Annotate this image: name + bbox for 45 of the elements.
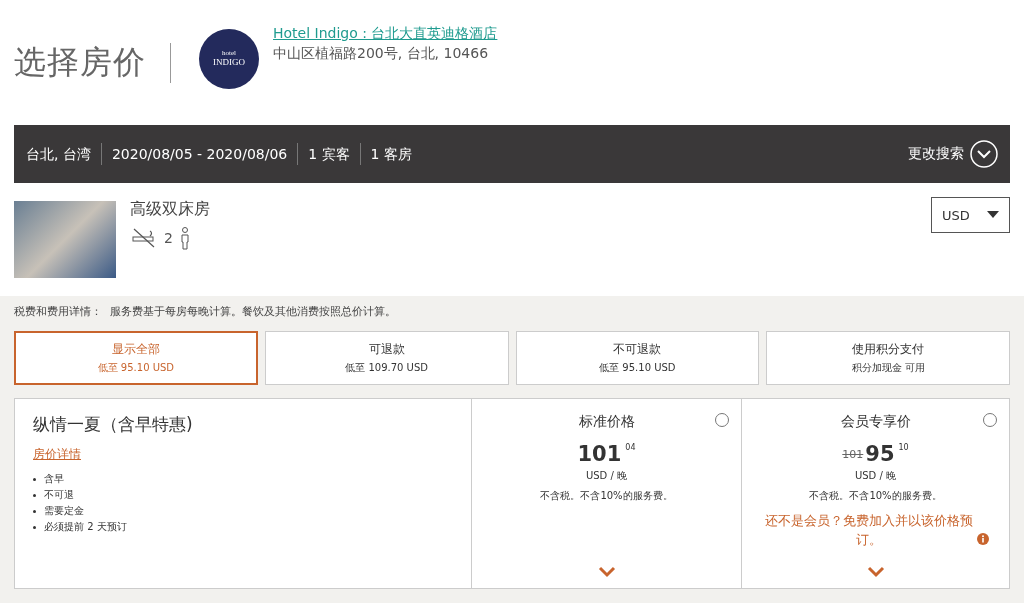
- bullet-icon: [33, 525, 36, 529]
- price-amount: 95: [865, 443, 895, 465]
- search-summary-item: 2020/08/05 - 2020/08/06: [100, 143, 298, 165]
- tax-label: 税费和费用详情：: [14, 304, 102, 319]
- tax-note: 服务费基于每房每晚计算。餐饮及其他消费按照总价计算。: [110, 304, 396, 319]
- occupancy-count: 2: [164, 230, 173, 246]
- bullet-icon: [33, 493, 36, 497]
- info-icon: [976, 533, 989, 545]
- caret-icon: [987, 211, 999, 219]
- chevron-down-icon: [970, 140, 998, 168]
- chevron-down-icon[interactable]: [597, 566, 616, 578]
- hotel-address: 中山区植福路200号, 台北, 10466: [273, 44, 490, 63]
- person-icon: [178, 226, 191, 250]
- price-title: 标准价格: [578, 413, 635, 431]
- room-name: 高级双床房: [130, 199, 210, 220]
- rate-feature: 需要定金: [44, 504, 84, 518]
- rate-filter-tab[interactable]: 使用积分支付 积分加现金 可用: [766, 331, 1010, 385]
- chevron-down-icon[interactable]: [866, 566, 885, 578]
- price-note: 不含税。不含10%的服务费。: [809, 489, 942, 503]
- search-summary-item: 1 客房: [359, 143, 422, 165]
- rate-feature: 不可退: [44, 488, 74, 502]
- rate-filter-tab[interactable]: 显示全部 低至 95.10 USD: [14, 331, 258, 385]
- rate-name: 纵情一夏（含早特惠): [33, 413, 194, 436]
- rate-details-link[interactable]: 房价详情: [33, 446, 453, 463]
- rate-filter-tab[interactable]: 可退款 低至 109.70 USD: [264, 331, 509, 385]
- change-search-button[interactable]: 更改搜索: [908, 140, 998, 168]
- bullet-icon: [33, 509, 36, 513]
- rate-feature: 含早: [44, 472, 64, 486]
- bullet-icon: [33, 477, 36, 481]
- price-title: 会员专享价: [840, 413, 911, 431]
- rate-filter-tab[interactable]: 不可退款 低至 95.10 USD: [515, 331, 760, 385]
- price-unit: USD / 晚: [854, 469, 897, 483]
- price-cents: 04: [625, 443, 636, 452]
- price-note: 不含税。不含10%的服务费。: [540, 489, 673, 503]
- hotel-name-link[interactable]: Hotel Indigo : 台北大直英迪格酒店: [273, 24, 498, 43]
- original-price: 101: [842, 447, 864, 461]
- page-title: 选择房价: [14, 41, 146, 83]
- price-amount: 101: [577, 443, 622, 465]
- search-summary-item: 1 宾客: [297, 143, 360, 165]
- rate-feature: 必须提前 2 天预订: [44, 520, 127, 534]
- price-unit: USD / 晚: [585, 469, 628, 483]
- price-cents: 10: [898, 443, 909, 452]
- member-join-note: 还不是会员？免费加入并以该价格预订。: [763, 512, 974, 549]
- search-summary-item: 台北, 台湾: [26, 145, 92, 164]
- currency-dropdown[interactable]: USD: [931, 197, 1010, 233]
